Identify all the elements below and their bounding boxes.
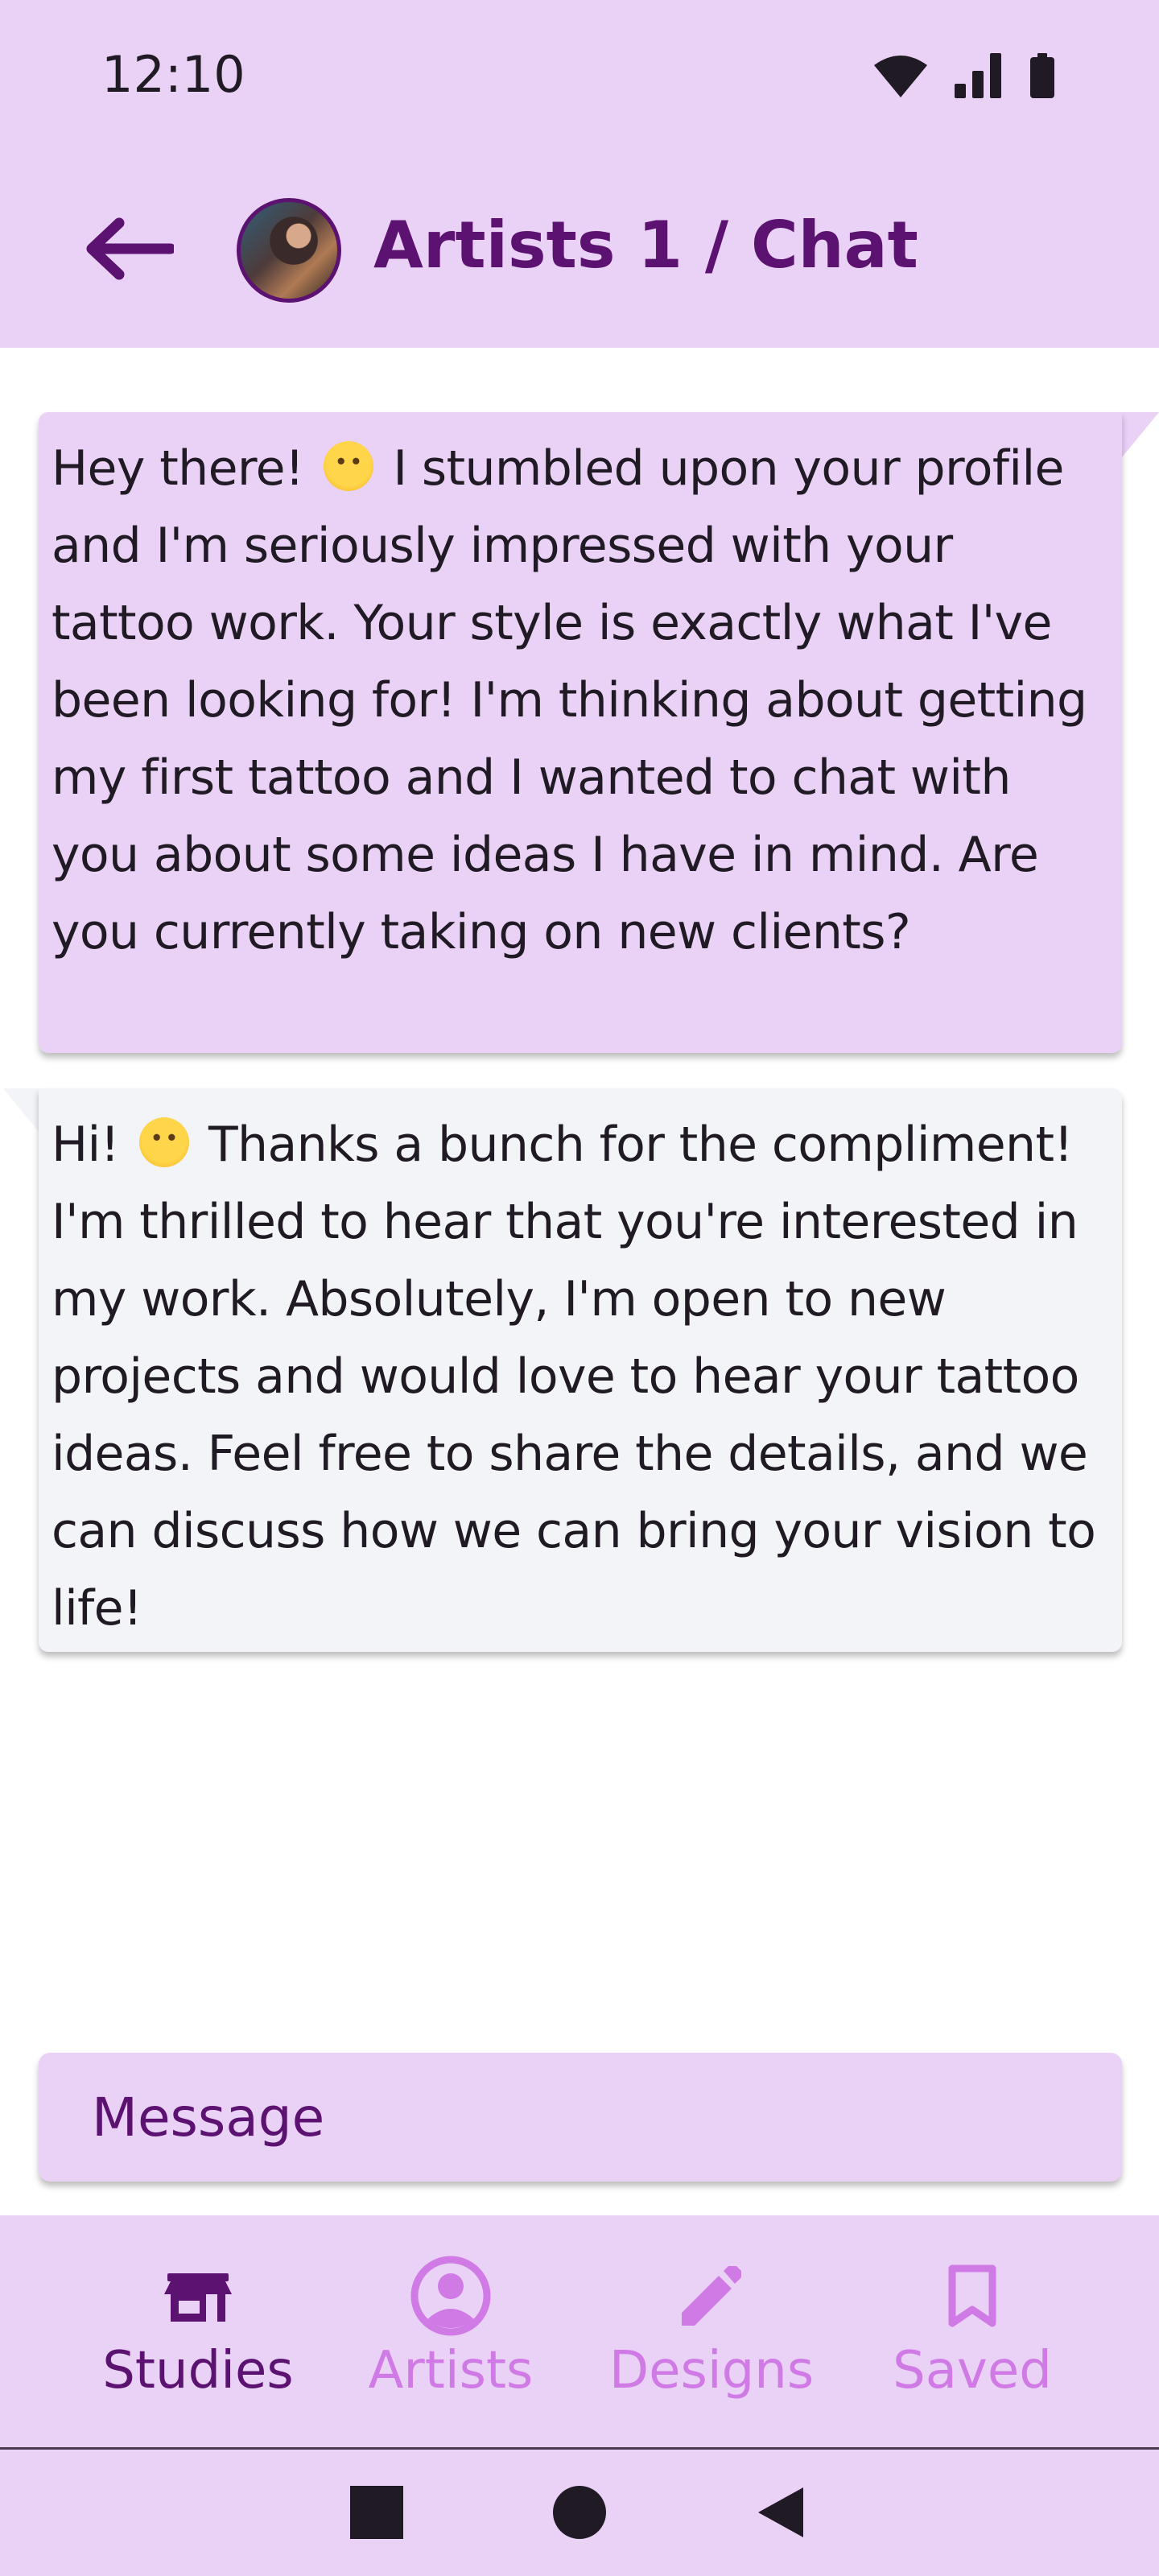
signal-icon <box>955 53 1003 98</box>
nav-label-designs: Designs <box>608 2341 815 2401</box>
status-bar: 12:10 <box>0 0 1159 153</box>
back-button[interactable] <box>80 214 177 287</box>
message-text: Hi! <box>52 1117 134 1173</box>
bookmark-icon <box>948 2256 996 2336</box>
account-circle-icon <box>410 2256 491 2336</box>
message-text: Thanks a bunch for the compliment! I'm t… <box>52 1117 1096 1637</box>
home-button[interactable] <box>541 2450 618 2576</box>
message-text: I stumbled upon your profile and I'm ser… <box>52 440 1087 960</box>
status-icons <box>874 53 1054 98</box>
status-time: 12:10 <box>101 45 245 104</box>
hugging-face-emoji-icon <box>323 441 373 491</box>
triangle-back-icon <box>758 2487 803 2541</box>
arrow-back-icon <box>84 217 176 284</box>
chat-screen: 12:10 Artists 1 / Chat Hey there! I stum… <box>0 0 1159 2576</box>
nav-label-saved: Saved <box>893 2341 1052 2401</box>
pencil-icon <box>682 2256 741 2336</box>
wifi-icon <box>874 54 927 97</box>
artist-avatar[interactable] <box>237 198 341 303</box>
store-icon <box>164 2256 232 2336</box>
recents-button[interactable] <box>338 2450 415 2576</box>
nav-item-studies[interactable]: Studies <box>77 2215 319 2449</box>
circle-icon <box>551 2484 608 2544</box>
nav-item-artists[interactable]: Artists <box>330 2215 571 2449</box>
system-navigation-bar <box>0 2447 1159 2576</box>
back-system-button[interactable] <box>742 2450 819 2576</box>
message-text: Hey there! <box>52 440 319 497</box>
app-bar: Artists 1 / Chat <box>0 153 1159 348</box>
sent-message-bubble: Hey there! I stumbled upon your profile … <box>39 412 1122 1053</box>
page-title: Artists 1 / Chat <box>373 208 918 283</box>
nav-label-artists: Artists <box>368 2341 534 2401</box>
received-message-bubble: Hi! Thanks a bunch for the compliment! I… <box>39 1088 1122 1652</box>
received-bubble-tail <box>3 1088 40 1133</box>
message-input[interactable] <box>39 2053 1122 2182</box>
square-icon <box>350 2486 403 2542</box>
sent-bubble-tail <box>1122 412 1159 457</box>
bottom-navigation: Studies Artists Designs Saved <box>0 2215 1159 2449</box>
smiling-face-emoji-icon <box>138 1117 189 1167</box>
nav-label-studies: Studies <box>102 2341 294 2401</box>
nav-item-designs[interactable]: Designs <box>591 2215 832 2449</box>
nav-item-saved[interactable]: Saved <box>852 2215 1093 2449</box>
battery-icon <box>1030 53 1054 98</box>
